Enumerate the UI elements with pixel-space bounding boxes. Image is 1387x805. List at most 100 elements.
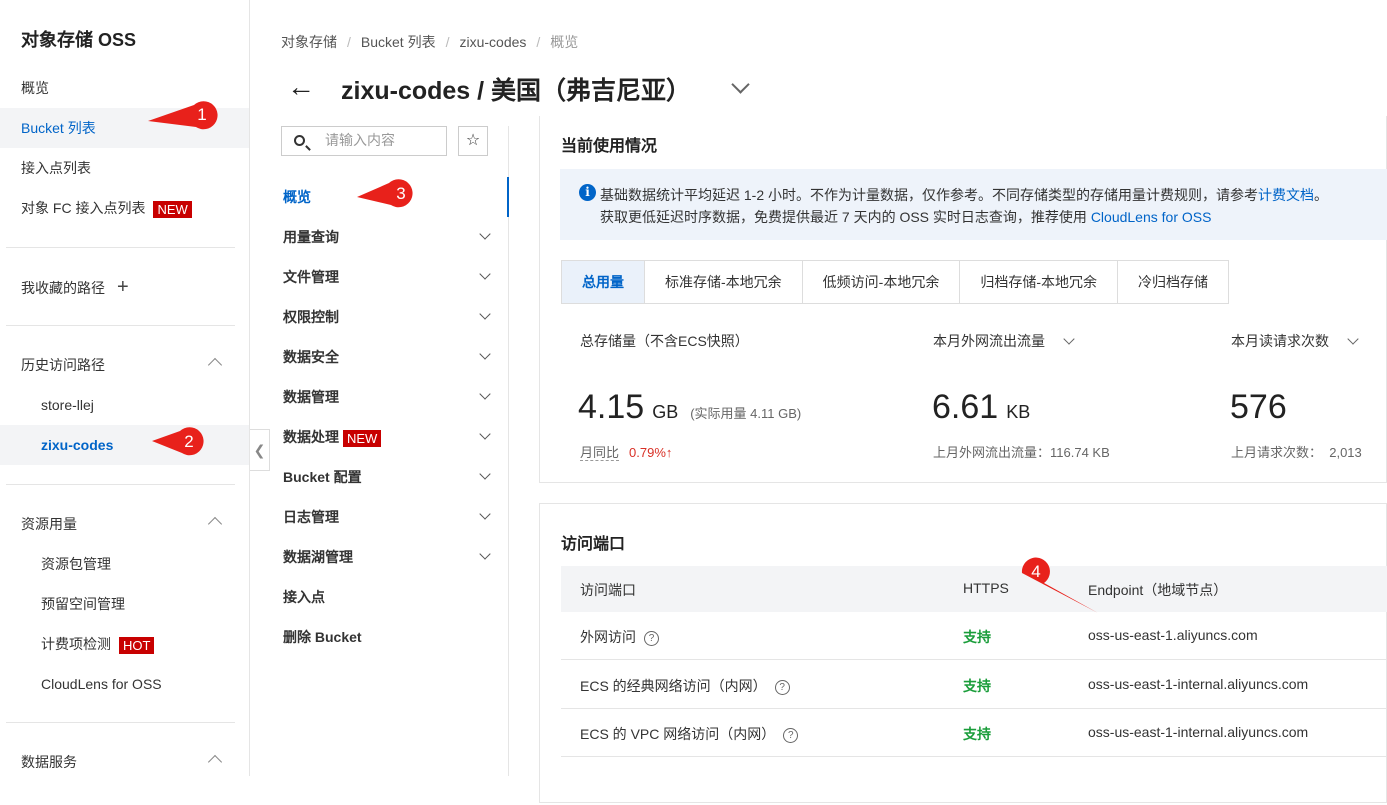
- sidebar-collapse-button[interactable]: ❮: [250, 429, 270, 471]
- chevron-down-icon: [479, 468, 491, 480]
- new-badge: NEW: [153, 200, 192, 218]
- bucket-nav-permissions[interactable]: 权限控制: [283, 297, 493, 337]
- breadcrumb-bucket-list[interactable]: Bucket 列表: [361, 32, 436, 52]
- chevron-up-icon: [207, 754, 223, 770]
- bucket-nav-files[interactable]: 文件管理: [283, 257, 493, 297]
- chevron-down-icon: [479, 388, 491, 400]
- help-icon[interactable]: ?: [774, 679, 790, 695]
- new-badge: NEW: [343, 429, 382, 447]
- annotation-callout-1: 1: [146, 99, 220, 131]
- bucket-nav-security[interactable]: 数据安全: [283, 337, 493, 377]
- breadcrumb-current: 概览: [550, 34, 579, 50]
- bucket-nav-logs[interactable]: 日志管理: [283, 497, 493, 537]
- search-icon: [294, 135, 305, 146]
- col-https: HTTPS: [963, 580, 1009, 596]
- favorite-star-button[interactable]: ☆: [458, 126, 488, 156]
- col-access-port: 访问端口: [580, 582, 636, 598]
- table-row: ECS 的 VPC 网络访问（内网）? 支持 oss-us-east-1-int…: [561, 709, 1387, 757]
- storage-type-tabs: 总用量 标准存储-本地冗余 低频访问-本地冗余 归档存储-本地冗余 冷归档存储: [561, 260, 1230, 304]
- tab-total[interactable]: 总用量: [562, 261, 645, 303]
- hot-badge: HOT: [119, 636, 155, 654]
- nav-divider: [508, 126, 509, 776]
- table-row: 外网访问? 支持 oss-us-east-1.aliyuncs.com: [561, 612, 1387, 660]
- stat-requests-value: 576: [1230, 388, 1287, 426]
- search-placeholder: 请输入内容: [325, 132, 395, 148]
- tab-infrequent[interactable]: 低频访问-本地冗余: [802, 261, 961, 303]
- info-banner: i 基础数据统计平均延迟 1-2 小时。不作为计量数据，仅作参考。不同存储类型的…: [560, 169, 1387, 240]
- bucket-nav-data-management[interactable]: 数据管理: [283, 377, 493, 417]
- row-https: 支持: [963, 726, 991, 742]
- row-endpoint: oss-us-east-1.aliyuncs.com: [1088, 627, 1258, 643]
- endpoint-section-title: 访问端口: [561, 536, 626, 553]
- divider: [6, 325, 235, 326]
- usage-section-title: 当前使用情况: [561, 138, 658, 155]
- info-icon: i: [579, 184, 596, 201]
- annotation-callout-2: 2: [150, 427, 210, 459]
- bucket-switch-chevron-icon[interactable]: [731, 75, 750, 94]
- sidebar-title: 对象存储 OSS: [21, 30, 137, 50]
- bucket-nav-data-processing[interactable]: 数据处理 NEW: [283, 417, 493, 457]
- bucket-nav-delete-bucket[interactable]: 删除 Bucket: [283, 617, 493, 657]
- tab-cold-archive[interactable]: 冷归档存储: [1118, 261, 1229, 303]
- chevron-down-icon: [479, 428, 491, 440]
- history-item-store-llej[interactable]: store-llej: [0, 385, 249, 425]
- sidebar-item-billing-check[interactable]: 计费项检测 HOT: [0, 624, 249, 664]
- stat-storage-yoy: 月同比 0.79%↑: [580, 445, 673, 461]
- chevron-down-icon: [479, 268, 491, 280]
- sidebar-group-history[interactable]: 历史访问路径: [0, 345, 249, 385]
- table-row: ECS 的经典网络访问（内网）? 支持 oss-us-east-1-intern…: [561, 661, 1387, 709]
- stat-traffic-label[interactable]: 本月外网流出流量: [933, 331, 1075, 351]
- sidebar-item-reserved-space[interactable]: 预留空间管理: [0, 584, 249, 624]
- stat-storage-value: 4.15 GB (实际用量 4.11 GB): [578, 388, 802, 426]
- chevron-down-icon: [1347, 333, 1359, 345]
- sidebar-item-resource-packages[interactable]: 资源包管理: [0, 544, 249, 584]
- sidebar-group-data-service[interactable]: 数据服务: [0, 742, 249, 782]
- help-icon[interactable]: ?: [783, 727, 799, 743]
- chevron-left-icon: ❮: [253, 442, 266, 458]
- divider: [6, 722, 235, 723]
- chevron-down-icon: [479, 348, 491, 360]
- chevron-down-icon: [479, 228, 491, 240]
- billing-doc-link[interactable]: 计费文档: [1258, 187, 1314, 203]
- active-indicator: [507, 177, 509, 217]
- page-title: zixu-codes / 美国（弗吉尼亚）: [341, 77, 692, 105]
- stat-storage-label: 总存储量（不含ECS快照）: [580, 333, 749, 349]
- chevron-down-icon: [479, 508, 491, 520]
- sidebar-item-fc-access-points[interactable]: 对象 FC 接入点列表 NEW: [0, 188, 249, 228]
- stat-requests-label[interactable]: 本月读请求次数: [1231, 331, 1359, 351]
- breadcrumb-oss[interactable]: 对象存储: [281, 32, 337, 52]
- chevron-up-icon: [207, 516, 223, 532]
- sidebar-item-access-points[interactable]: 接入点列表: [0, 148, 249, 188]
- bucket-nav-config[interactable]: Bucket 配置: [283, 457, 493, 497]
- divider: [6, 247, 235, 248]
- info-line-1: 基础数据统计平均延迟 1-2 小时。不作为计量数据，仅作参考。不同存储类型的存储…: [600, 187, 1329, 203]
- row-name: ECS 的经典网络访问（内网）?: [580, 676, 790, 696]
- divider: [6, 484, 235, 485]
- bucket-nav-data-lake[interactable]: 数据湖管理: [283, 537, 493, 577]
- annotation-callout-3: 3: [355, 177, 419, 209]
- chevron-down-icon: [1063, 333, 1075, 345]
- back-arrow-icon[interactable]: ←: [287, 70, 315, 104]
- row-https: 支持: [963, 629, 991, 645]
- star-icon: ☆: [465, 132, 481, 149]
- stat-traffic-last-month: 上月外网流出流量：116.74 KB: [933, 445, 1110, 460]
- bucket-nav-usage[interactable]: 用量查询: [283, 217, 493, 257]
- row-endpoint: oss-us-east-1-internal.aliyuncs.com: [1088, 676, 1309, 692]
- bucket-nav-access-point[interactable]: 接入点: [283, 577, 493, 617]
- annotation-callout-4: 4: [1018, 557, 1108, 617]
- cloudlens-link[interactable]: CloudLens for OSS: [1091, 209, 1212, 225]
- sidebar-item-favorites[interactable]: 我收藏的路径 +: [0, 267, 249, 307]
- sidebar-group-resources[interactable]: 资源用量: [0, 504, 249, 544]
- tab-archive[interactable]: 归档存储-本地冗余: [960, 261, 1119, 303]
- trend-up-icon: ↑: [665, 445, 673, 460]
- bucket-nav-search-input[interactable]: 请输入内容: [281, 126, 447, 156]
- tab-standard[interactable]: 标准存储-本地冗余: [645, 261, 803, 303]
- help-icon[interactable]: ?: [644, 630, 659, 646]
- row-endpoint: oss-us-east-1-internal.aliyuncs.com: [1088, 724, 1309, 740]
- info-line-2: 获取更低延迟时序数据，免费提供最近 7 天内的 OSS 实时日志查询，推荐使用 …: [600, 209, 1212, 225]
- sidebar-item-cloudlens[interactable]: CloudLens for OSS: [0, 664, 249, 704]
- col-endpoint: Endpoint（地域节点）: [1088, 582, 1228, 598]
- breadcrumb-bucket[interactable]: zixu-codes: [459, 34, 526, 50]
- add-favorite-icon[interactable]: +: [117, 276, 129, 298]
- history-item-zixu-codes[interactable]: zixu-codes: [0, 425, 249, 465]
